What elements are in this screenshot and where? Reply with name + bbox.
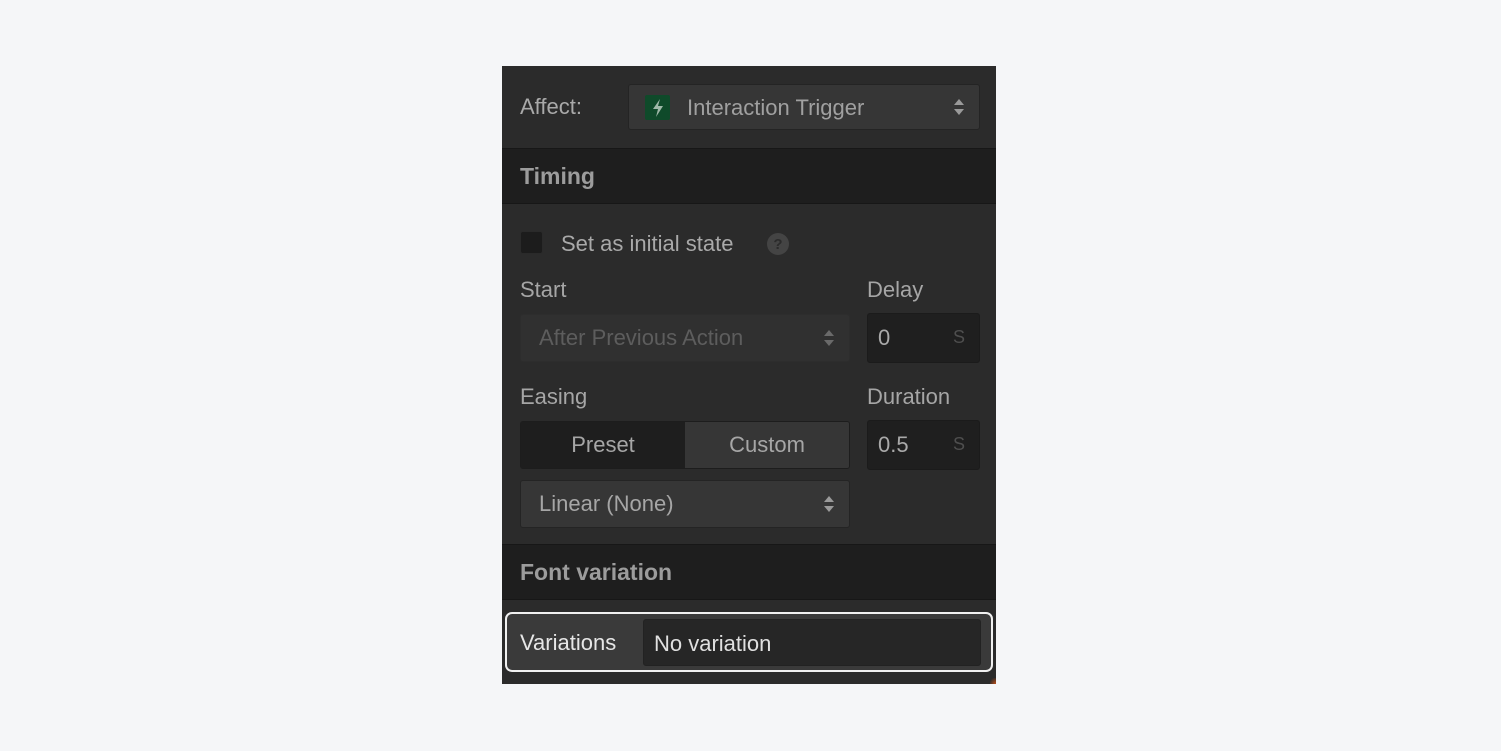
start-value: After Previous Action <box>539 325 744 350</box>
interaction-settings-panel: Affect: Interaction Trigger Timing Set a… <box>502 66 996 684</box>
duration-value: 0.5 <box>878 432 909 457</box>
duration-input[interactable]: 0.5 S <box>867 420 980 470</box>
variations-row: Variations No variation <box>505 612 993 672</box>
affect-select[interactable]: Interaction Trigger <box>628 84 980 130</box>
corner-glow <box>990 678 996 684</box>
variations-value: No variation <box>654 631 772 656</box>
lightning-bolt-icon <box>645 95 670 120</box>
easing-custom-button[interactable]: Custom <box>685 422 849 468</box>
delay-value: 0 <box>878 325 891 350</box>
easing-label: Easing <box>520 384 588 409</box>
affect-label: Affect: <box>520 94 582 119</box>
variations-select[interactable]: No variation <box>643 619 981 666</box>
delay-unit: S <box>952 327 965 347</box>
easing-mode-toggle: Preset Custom <box>520 421 850 469</box>
variations-label: Variations <box>520 630 617 655</box>
timing-section-title: Timing <box>520 163 595 189</box>
affect-row: Affect: Interaction Trigger <box>502 66 996 148</box>
initial-state-label[interactable]: Set as initial state <box>561 231 733 257</box>
initial-state-checkbox[interactable] <box>520 231 543 254</box>
font-variation-section-header[interactable]: Font variation <box>502 544 996 600</box>
delay-input[interactable]: 0 S <box>867 313 980 363</box>
easing-value: Linear (None) <box>539 491 674 516</box>
start-label: Start <box>520 277 567 302</box>
timing-section-header[interactable]: Timing <box>502 148 996 204</box>
font-variation-section-title: Font variation <box>520 559 673 585</box>
delay-label: Delay <box>867 277 924 302</box>
easing-preset-button[interactable]: Preset <box>521 422 685 468</box>
duration-unit: S <box>952 434 965 454</box>
duration-label: Duration <box>867 384 951 409</box>
updown-chevron-icon <box>824 496 834 512</box>
help-icon[interactable]: ? <box>767 233 789 255</box>
start-select[interactable]: After Previous Action <box>520 314 850 362</box>
updown-chevron-icon <box>824 330 834 346</box>
easing-select[interactable]: Linear (None) <box>520 480 850 528</box>
updown-chevron-icon <box>954 99 964 115</box>
affect-value: Interaction Trigger <box>687 95 865 120</box>
